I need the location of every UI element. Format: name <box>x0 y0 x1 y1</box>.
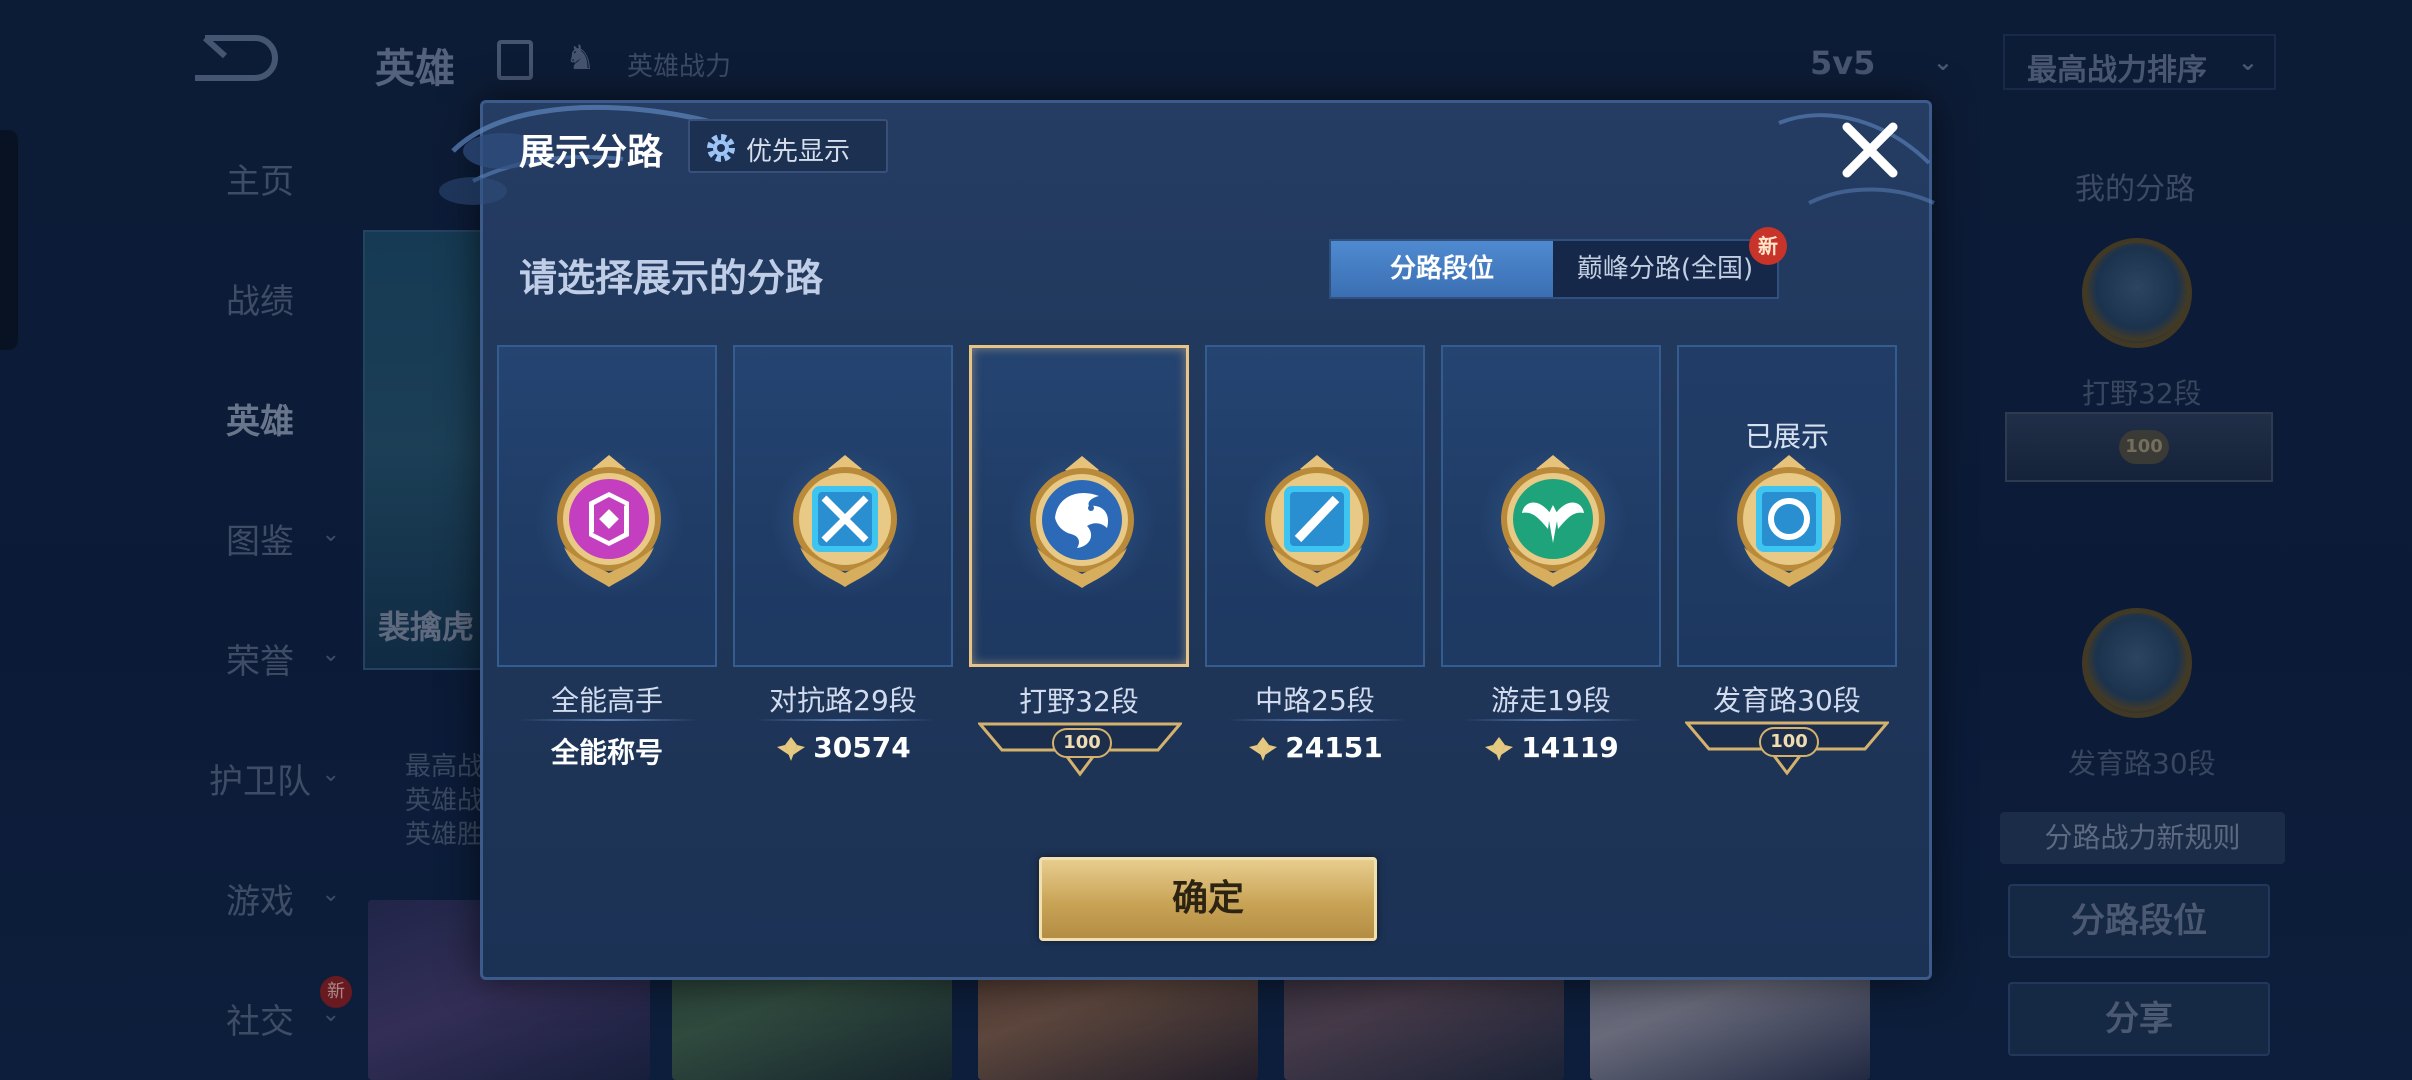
power-value: 14119 <box>1521 731 1619 764</box>
divider <box>1227 719 1407 721</box>
lane-display-modal: 展示分路 优先显示 请选择展示的分路 分路段位 巅峰分路(全国) 新 全能高手 <box>439 100 1935 980</box>
clash-lane-icon <box>793 455 897 587</box>
lane-power-stat: 14119 <box>1443 731 1659 764</box>
priority-display-label: 优先显示 <box>746 137 851 167</box>
close-icon[interactable] <box>1835 115 1905 185</box>
new-badge: 新 <box>1749 227 1787 265</box>
lane-power-stat: 24151 <box>1207 731 1423 764</box>
lane-name: 发育路30段 <box>1713 684 1861 717</box>
lane-power-stat: 30574 <box>735 731 951 764</box>
lane-name: 游走19段 <box>1491 684 1611 717</box>
power-value: 30574 <box>813 731 911 764</box>
power-icon <box>777 737 806 761</box>
gear-icon <box>707 134 735 162</box>
lane-stat: 全能称号 <box>550 736 663 769</box>
level-pill: 100 <box>1759 727 1819 757</box>
power-value: 24151 <box>1285 731 1383 764</box>
priority-display-button[interactable]: 优先显示 <box>688 119 888 173</box>
divider <box>755 719 935 721</box>
lane-card-jungle[interactable]: 打野32段 100 <box>969 345 1189 777</box>
lane-name: 打野32段 <box>1019 685 1139 718</box>
mid-lane-icon <box>1265 455 1369 587</box>
roam-wings-icon <box>1501 455 1605 587</box>
all-round-icon <box>557 455 661 587</box>
divider <box>519 719 699 721</box>
lane-tab-group: 分路段位 巅峰分路(全国) 新 <box>1329 227 1787 299</box>
lane-card-roam[interactable]: 游走19段 14119 <box>1441 345 1661 764</box>
lane-card-farm[interactable]: 已展示 发育路30段 100 <box>1677 345 1897 776</box>
power-icon <box>1485 737 1514 761</box>
lane-card-all-round[interactable]: 全能高手 全能称号 <box>497 345 717 769</box>
divider <box>1463 719 1643 721</box>
jungle-dragon-icon <box>1030 456 1134 588</box>
lane-card-clash[interactable]: 对抗路29段 30574 <box>733 345 953 764</box>
power-icon <box>1249 737 1278 761</box>
level-pill: 100 <box>1052 728 1112 758</box>
lane-name: 对抗路29段 <box>769 684 917 717</box>
lane-card-mid[interactable]: 中路25段 24151 <box>1205 345 1425 764</box>
modal-title: 展示分路 <box>519 132 664 173</box>
lane-name: 全能高手 <box>550 684 663 717</box>
tab-lane-rank[interactable]: 分路段位 <box>1331 241 1553 297</box>
lane-name: 中路25段 <box>1255 684 1375 717</box>
tab-peak-lane[interactable]: 巅峰分路(全国) <box>1553 241 1777 297</box>
confirm-button[interactable]: 确定 <box>1039 857 1377 941</box>
farm-lane-icon <box>1737 455 1841 587</box>
select-lane-prompt: 请选择展示的分路 <box>519 256 824 300</box>
